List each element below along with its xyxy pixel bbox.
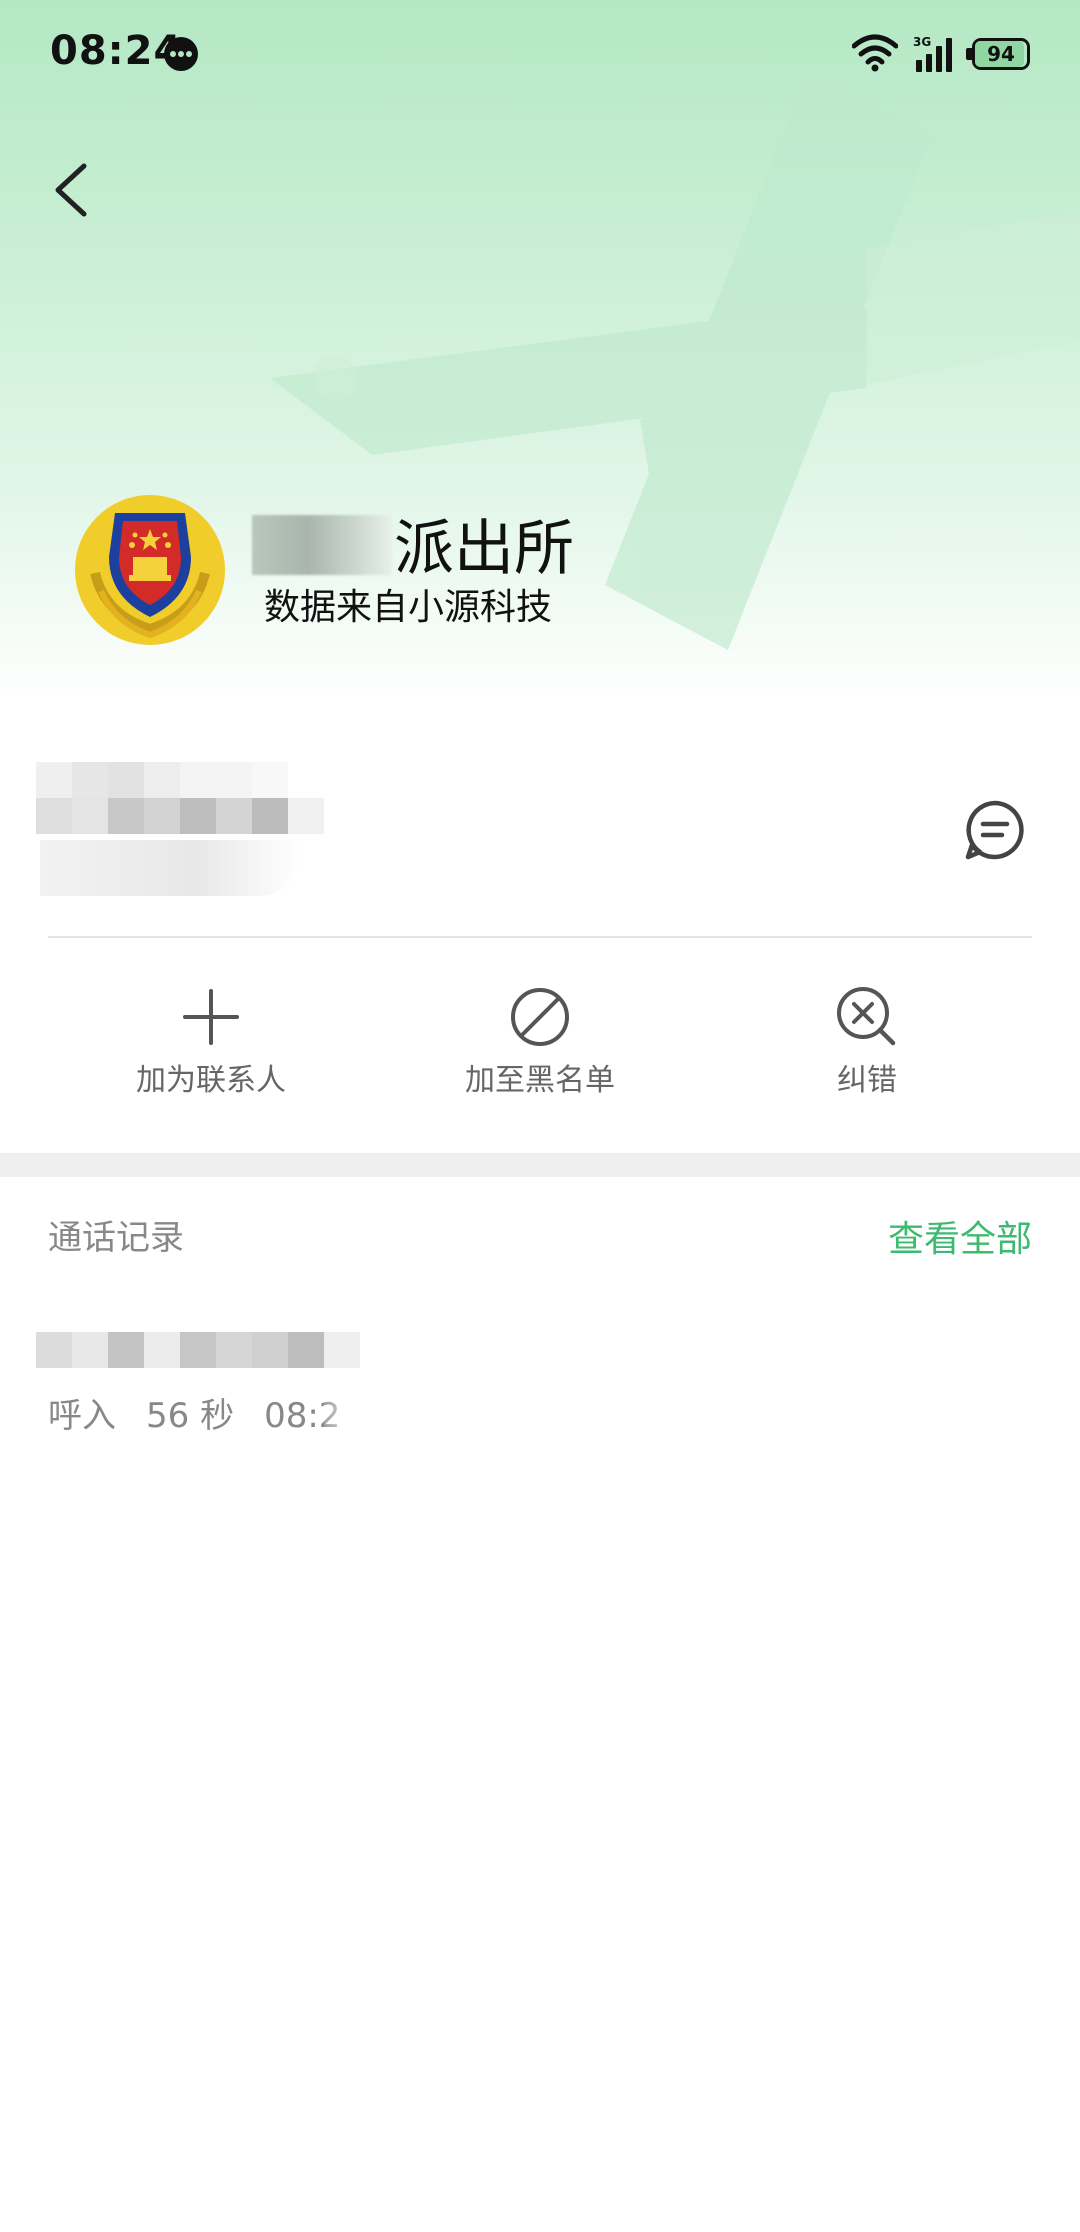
call-log-item[interactable]: 呼入 56 秒 08:2: [0, 1320, 1080, 1440]
call-direction: 呼入: [48, 1396, 116, 1436]
police-emblem-icon: [75, 495, 225, 645]
add-to-blacklist-button[interactable]: 加至黑名单: [430, 985, 650, 1099]
call-log-title: 通话记录: [48, 1218, 184, 1258]
redacted-caller-number: [36, 1332, 288, 1368]
add-contact-label: 加为联系人: [136, 1063, 286, 1098]
block-icon: [511, 988, 569, 1046]
battery-icon: 94: [972, 38, 1030, 70]
message-icon: [965, 800, 1024, 860]
section-separator: [0, 1153, 1080, 1177]
avatar: [75, 495, 225, 645]
send-message-button[interactable]: [962, 797, 1028, 863]
battery-percent: 94: [987, 42, 1015, 66]
call-duration: 56 秒: [146, 1396, 235, 1436]
report-error-button[interactable]: 纠错: [757, 985, 977, 1099]
add-to-blacklist-label: 加至黑名单: [465, 1063, 615, 1098]
org-name-suffix: 派出所: [394, 514, 574, 584]
redacted-phone-number-tail: [288, 798, 324, 834]
redacted-location: [40, 840, 300, 896]
call-log-header: 通话记录 查看全部: [0, 1210, 1080, 1260]
view-all-button[interactable]: 查看全部: [888, 1210, 1032, 1262]
message-bubble-icon: [164, 37, 198, 71]
redacted-phone-number: [36, 762, 288, 834]
add-contact-button[interactable]: 加为联系人: [101, 985, 321, 1099]
chevron-left-icon: [55, 163, 87, 217]
status-bar: 08:24 3G 94: [0, 0, 1080, 110]
report-error-label: 纠错: [837, 1063, 897, 1098]
redacted-text: [252, 515, 392, 575]
wifi-icon: [852, 34, 898, 72]
network-label: 3G: [913, 35, 931, 49]
action-bar: 加为联系人 加至黑名单 纠错: [0, 985, 1080, 1105]
org-name: 派出所: [252, 500, 574, 587]
data-source-label: 数据来自小源科技: [264, 587, 553, 628]
back-button[interactable]: [40, 150, 110, 230]
plus-icon: [183, 989, 239, 1045]
search-error-icon: [837, 987, 896, 1046]
redacted-caller-number-tail: [288, 1332, 360, 1368]
redacted-time-mask: [324, 1396, 365, 1436]
signal-icon: 3G: [913, 35, 952, 72]
call-time-wrap: 08:2: [264, 1396, 370, 1436]
call-meta: 呼入 56 秒 08:2: [48, 1388, 400, 1437]
divider: [48, 936, 1032, 938]
